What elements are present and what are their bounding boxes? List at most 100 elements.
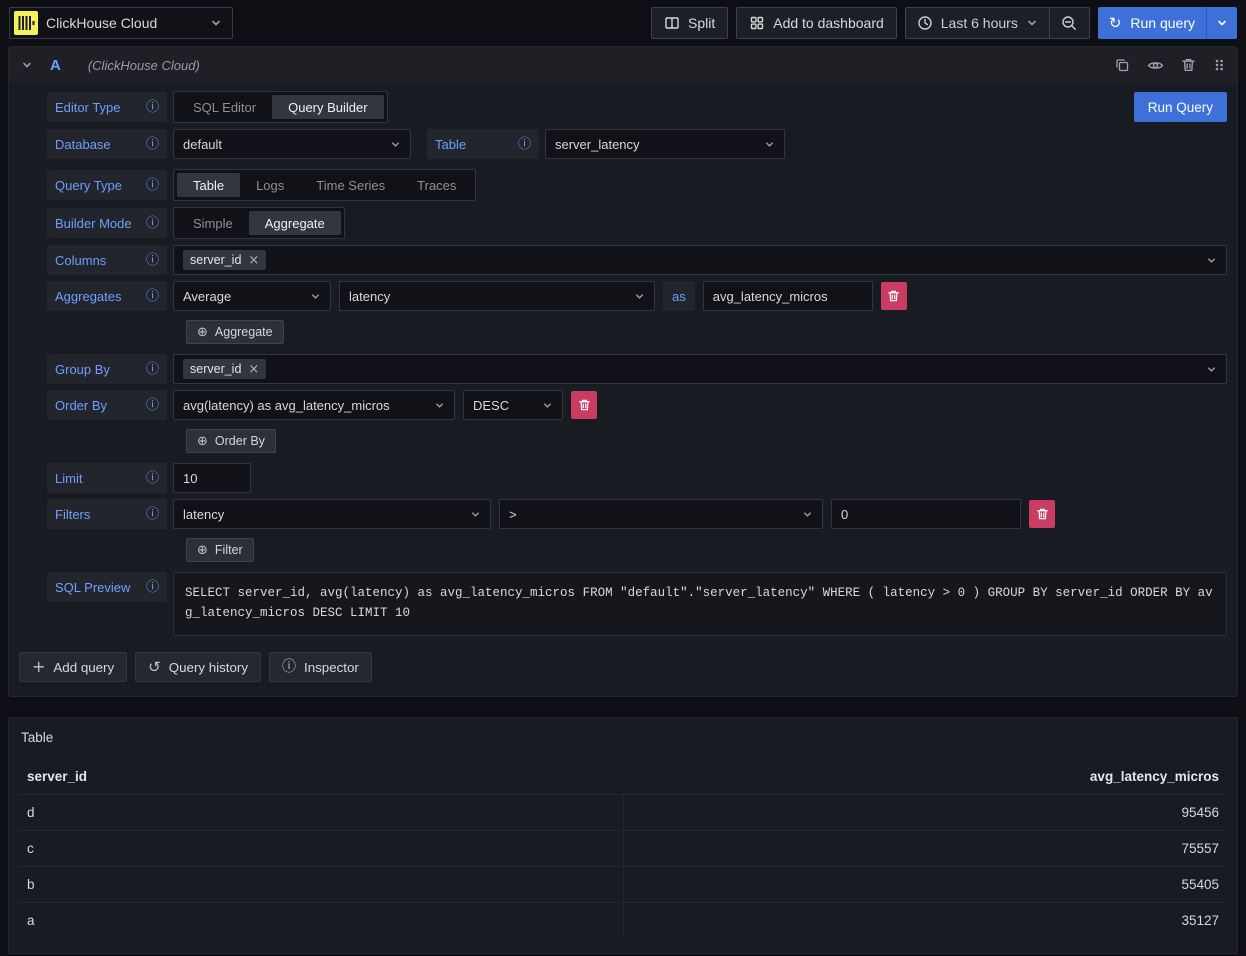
remove-query-trash-icon[interactable]: [1181, 57, 1196, 73]
group-by-multiselect[interactable]: server_id ×: [173, 354, 1227, 384]
add-filter-row: ⊕ Filter: [186, 538, 1227, 562]
query-builder-body: Editor Type ⓘ SQL Editor Query Builder R…: [9, 83, 1237, 638]
collapse-chevron-icon[interactable]: [21, 59, 33, 71]
aggregate-alias-input[interactable]: avg_latency_micros: [703, 281, 873, 311]
editor-type-row: Editor Type ⓘ SQL Editor Query Builder R…: [47, 91, 1227, 123]
cell-server-id: b: [19, 867, 623, 903]
sql-preview-label: SQL Preview ⓘ: [47, 572, 167, 602]
remove-filter-button[interactable]: [1029, 500, 1055, 528]
order-by-field-select[interactable]: avg(latency) as avg_latency_micros: [173, 390, 455, 420]
query-type-traces-option[interactable]: Traces: [401, 173, 472, 197]
run-query-split-button: ↻ Run query: [1098, 7, 1237, 39]
remove-chip-icon[interactable]: ×: [248, 363, 259, 376]
query-type-logs-option[interactable]: Logs: [240, 173, 300, 197]
trash-icon: [1036, 507, 1049, 521]
remove-order-by-button[interactable]: [571, 391, 597, 419]
cell-server-id: a: [19, 903, 623, 939]
query-type-timeseries-option[interactable]: Time Series: [300, 173, 401, 197]
columns-chip: server_id ×: [183, 250, 266, 270]
cell-avg-latency: 95456: [623, 795, 1227, 831]
filters-row: Filters ⓘ latency > 0: [47, 499, 1227, 529]
query-ref-id[interactable]: A: [50, 57, 61, 74]
table-select[interactable]: server_latency: [545, 129, 785, 159]
info-circle-icon: ⓘ: [282, 660, 296, 674]
history-icon: ↺: [148, 660, 161, 675]
add-order-by-button[interactable]: ⊕ Order By: [186, 429, 276, 453]
chevron-down-icon: [1206, 255, 1217, 266]
info-icon[interactable]: ⓘ: [146, 508, 159, 521]
chevron-down-icon: [802, 509, 813, 520]
column-header-server-id[interactable]: server_id: [19, 761, 623, 795]
aggregate-column-select[interactable]: latency: [339, 281, 655, 311]
clickhouse-logo-icon: [14, 11, 38, 35]
info-icon[interactable]: ⓘ: [146, 138, 159, 151]
limit-row: Limit ⓘ 10: [47, 463, 1227, 493]
query-history-button[interactable]: ↺ Query history: [135, 652, 261, 682]
panel-run-query-button[interactable]: Run Query: [1134, 92, 1227, 122]
info-icon[interactable]: ⓘ: [146, 254, 159, 267]
split-button[interactable]: Split: [651, 7, 728, 39]
add-query-button[interactable]: + Add query: [19, 652, 127, 682]
query-editor-section: A (ClickHouse Cloud) Editor Type ⓘ: [8, 46, 1238, 697]
builder-mode-toggle: Simple Aggregate: [173, 207, 345, 239]
trash-icon: [578, 398, 591, 412]
query-row-actions: [1114, 57, 1225, 74]
columns-multiselect[interactable]: server_id ×: [173, 245, 1227, 275]
run-query-button[interactable]: ↻ Run query: [1098, 7, 1206, 39]
builder-mode-simple-option[interactable]: Simple: [177, 211, 249, 235]
info-icon[interactable]: ⓘ: [146, 363, 159, 376]
aggregate-function-select[interactable]: Average: [173, 281, 331, 311]
filter-column-select[interactable]: latency: [173, 499, 491, 529]
datasource-picker[interactable]: ClickHouse Cloud: [9, 7, 233, 39]
info-icon[interactable]: ⓘ: [146, 179, 159, 192]
add-filter-button[interactable]: ⊕ Filter: [186, 538, 254, 562]
filter-operator-select[interactable]: >: [499, 499, 823, 529]
order-by-direction-select[interactable]: DESC: [463, 390, 563, 420]
zoom-out-time-button[interactable]: [1050, 8, 1089, 38]
builder-mode-aggregate-option[interactable]: Aggregate: [249, 211, 341, 235]
query-type-table-option[interactable]: Table: [177, 173, 240, 197]
split-label: Split: [688, 15, 715, 31]
chevron-down-icon: [764, 139, 775, 150]
chevron-down-icon: [390, 139, 401, 150]
table-row: c 75557: [19, 831, 1227, 867]
aggregates-label: Aggregates ⓘ: [47, 281, 167, 311]
database-select[interactable]: default: [173, 129, 411, 159]
duplicate-query-icon[interactable]: [1114, 57, 1130, 73]
run-query-options-button[interactable]: [1207, 7, 1237, 39]
hide-response-eye-icon[interactable]: [1147, 57, 1164, 74]
info-icon[interactable]: ⓘ: [146, 290, 159, 303]
table-row: b 55405: [19, 867, 1227, 903]
remove-chip-icon[interactable]: ×: [248, 254, 259, 267]
run-query-label: Run query: [1130, 15, 1195, 31]
add-aggregate-button[interactable]: ⊕ Aggregate: [186, 320, 284, 344]
chevron-down-icon: [1206, 364, 1217, 375]
add-to-dashboard-button[interactable]: Add to dashboard: [736, 7, 897, 39]
info-icon[interactable]: ⓘ: [146, 581, 159, 594]
order-by-row: Order By ⓘ avg(latency) as avg_latency_m…: [47, 390, 1227, 420]
plus-icon: +: [32, 659, 45, 675]
chevron-down-icon: [210, 17, 222, 29]
info-icon[interactable]: ⓘ: [146, 472, 159, 485]
remove-aggregate-button[interactable]: [881, 282, 907, 310]
info-icon[interactable]: ⓘ: [518, 138, 531, 151]
order-by-label: Order By ⓘ: [47, 390, 167, 420]
cell-avg-latency: 55405: [623, 867, 1227, 903]
info-icon[interactable]: ⓘ: [146, 101, 159, 114]
table-panel: Table server_id avg_latency_micros d 954…: [8, 717, 1238, 954]
time-picker-group: Last 6 hours: [905, 7, 1090, 39]
info-icon[interactable]: ⓘ: [146, 399, 159, 412]
info-icon[interactable]: ⓘ: [146, 217, 159, 230]
limit-input[interactable]: 10: [173, 463, 251, 493]
drag-handle-icon[interactable]: [1213, 57, 1225, 73]
chevron-down-icon: [634, 291, 645, 302]
query-builder-option[interactable]: Query Builder: [272, 95, 383, 119]
filter-value-input[interactable]: 0: [831, 499, 1021, 529]
inspector-button[interactable]: ⓘ Inspector: [269, 652, 372, 682]
time-range-button[interactable]: Last 6 hours: [906, 8, 1049, 38]
aggregates-row: Aggregates ⓘ Average latency as avg_late…: [47, 281, 1227, 311]
sql-editor-option[interactable]: SQL Editor: [177, 95, 272, 119]
column-header-avg-latency-micros[interactable]: avg_latency_micros: [623, 761, 1227, 795]
query-type-toggle: Table Logs Time Series Traces: [173, 169, 476, 201]
chevron-down-icon: [1216, 17, 1228, 29]
